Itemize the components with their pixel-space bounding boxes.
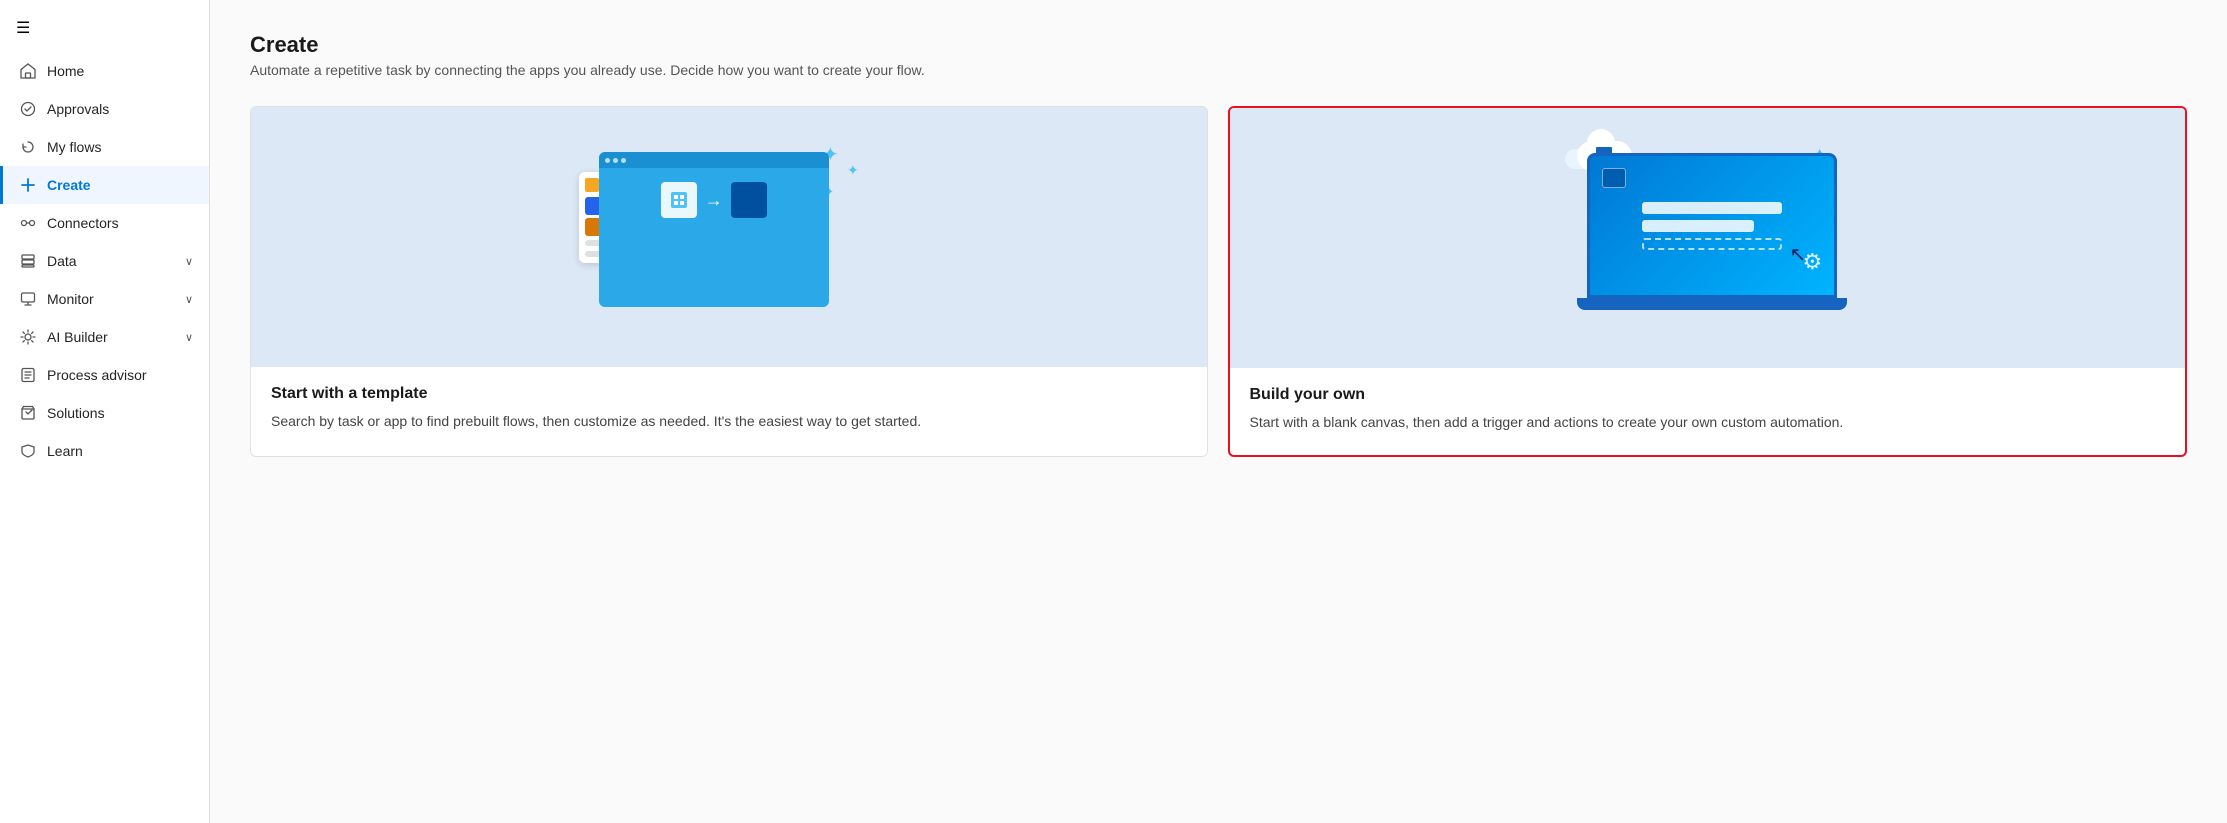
sidebar-item-approvals[interactable]: Approvals	[0, 90, 209, 128]
cursor-icon: ↖	[1789, 242, 1806, 267]
sidebar-item-solutions[interactable]: Solutions	[0, 394, 209, 432]
ai-builder-icon	[19, 328, 37, 346]
flow-arrow-icon: →	[705, 190, 723, 211]
process-advisor-icon	[19, 366, 37, 384]
sidebar-item-monitor[interactable]: Monitor ∨	[0, 280, 209, 318]
laptop: ⚙ ↖	[1587, 153, 1837, 313]
sidebar-item-label: Connectors	[47, 215, 119, 231]
cards-row: ✦ ✦ ✦	[250, 106, 2187, 457]
sidebar-item-label: Solutions	[47, 405, 105, 421]
build-own-card-image: ✦	[1230, 108, 2186, 368]
sidebar-item-label: Process advisor	[47, 367, 147, 383]
browser-content: →	[599, 168, 829, 224]
build-own-card-body: Build your own Start with a blank canvas…	[1230, 368, 2186, 455]
sidebar: ☰ Home Approvals My flows Create Connect…	[0, 0, 210, 823]
sparkle-icon: ✦	[847, 162, 859, 179]
monitor-chevron-icon: ∨	[185, 293, 193, 306]
build-own-card-desc: Start with a blank canvas, then add a tr…	[1250, 412, 2166, 433]
template-illustration: ✦ ✦ ✦	[569, 132, 889, 342]
build-own-card-title: Build your own	[1250, 386, 2166, 404]
sidebar-item-process-advisor[interactable]: Process advisor	[0, 356, 209, 394]
build-own-card[interactable]: ✦	[1228, 106, 2188, 457]
template-card-desc: Search by task or app to find prebuilt f…	[271, 411, 1187, 432]
hamburger-button[interactable]: ☰	[0, 8, 209, 52]
browser-window: →	[599, 152, 829, 307]
create-icon	[19, 176, 37, 194]
sidebar-item-label: AI Builder	[47, 329, 108, 345]
sidebar-item-label: My flows	[47, 139, 101, 155]
template-card[interactable]: ✦ ✦ ✦	[250, 106, 1208, 457]
laptop-screen: ⚙ ↖	[1587, 153, 1837, 298]
sidebar-item-my-flows[interactable]: My flows	[0, 128, 209, 166]
main-content: Create Automate a repetitive task by con…	[210, 0, 2227, 823]
data-icon	[19, 252, 37, 270]
sidebar-item-label: Approvals	[47, 101, 109, 117]
approvals-icon	[19, 100, 37, 118]
sidebar-item-label: Data	[47, 253, 77, 269]
template-card-title: Start with a template	[271, 385, 1187, 403]
sidebar-item-ai-builder[interactable]: AI Builder ∨	[0, 318, 209, 356]
data-chevron-icon: ∨	[185, 255, 193, 268]
sidebar-item-label: Learn	[47, 443, 83, 459]
template-card-body: Start with a template Search by task or …	[251, 367, 1207, 454]
sidebar-item-create[interactable]: Create	[0, 166, 209, 204]
solutions-icon	[19, 404, 37, 422]
ai-chevron-icon: ∨	[185, 331, 193, 344]
learn-icon	[19, 442, 37, 460]
sidebar-item-home[interactable]: Home	[0, 52, 209, 90]
sidebar-item-connectors[interactable]: Connectors	[0, 204, 209, 242]
connectors-icon	[19, 214, 37, 232]
sidebar-item-label: Monitor	[47, 291, 94, 307]
build-illustration: ✦	[1547, 133, 1867, 343]
browser-bar	[599, 152, 829, 168]
hamburger-icon: ☰	[16, 20, 30, 37]
sidebar-item-data[interactable]: Data ∨	[0, 242, 209, 280]
sidebar-item-learn[interactable]: Learn	[0, 432, 209, 470]
monitor-icon	[19, 290, 37, 308]
page-title: Create	[250, 32, 2187, 58]
sidebar-item-label: Create	[47, 177, 91, 193]
laptop-base	[1577, 298, 1847, 310]
page-subtitle: Automate a repetitive task by connecting…	[250, 62, 2187, 78]
home-icon	[19, 62, 37, 80]
my-flows-icon	[19, 138, 37, 156]
sidebar-item-label: Home	[47, 63, 84, 79]
template-card-image: ✦ ✦ ✦	[251, 107, 1207, 367]
